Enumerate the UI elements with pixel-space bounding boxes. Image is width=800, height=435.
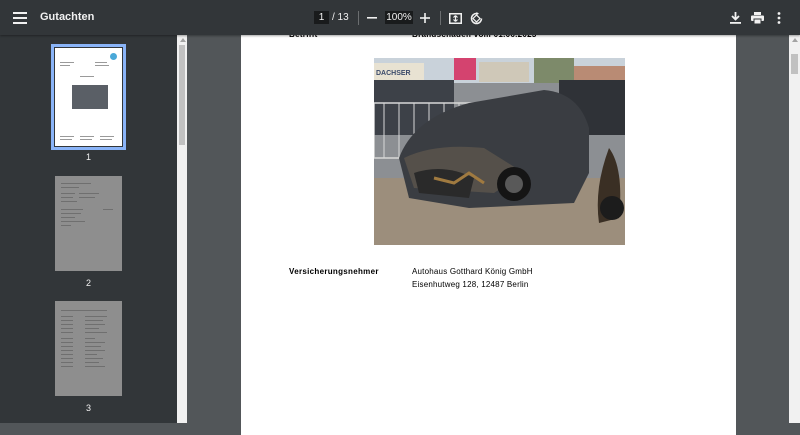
page-thumbnail-1[interactable] [51,44,126,150]
zoom-in-icon[interactable] [412,5,438,31]
scroll-up-icon[interactable] [180,38,186,42]
thumbnail-label: 2 [85,278,91,288]
logo-icon [110,53,117,60]
versicherungsnehmer-label: Versicherungsnehmer [289,267,379,276]
scroll-up-icon[interactable] [792,38,798,42]
burned-car-photo: DACHSER [374,58,625,245]
car-photo-thumbnail [72,85,108,109]
address-line-2: Eisenhutweg 128, 12487 Berlin [412,280,529,289]
more-vert-icon[interactable] [766,5,792,31]
zoom-level-input[interactable]: 100% [385,11,413,24]
document-page: Betrifft Brandschaden vom 01.06.2023 DAC… [241,30,736,435]
thumbnail-label: 1 [85,152,91,162]
page-thumbnail-2[interactable] [55,176,122,271]
document-title: Gutachten [40,11,95,23]
toolbar-divider [440,11,441,25]
main-scrollbar[interactable] [789,35,800,423]
hamburger-menu-icon[interactable] [7,5,33,31]
address-line-1: Autohaus Gotthard König GmbH [412,267,533,276]
photo-sign-text: DACHSER [376,70,411,77]
page-thumbnail-3[interactable] [55,301,122,396]
main-scroll-thumb[interactable] [791,54,798,74]
zoom-out-icon[interactable] [359,5,385,31]
page-number-input[interactable]: 1 [314,11,329,24]
thumbnail-label: 3 [85,403,91,413]
page-total: / 13 [332,12,349,23]
rotate-icon[interactable] [463,5,489,31]
pdf-toolbar: Gutachten 1 / 13 100% [0,0,800,35]
sidebar-scroll-thumb[interactable] [179,45,185,145]
